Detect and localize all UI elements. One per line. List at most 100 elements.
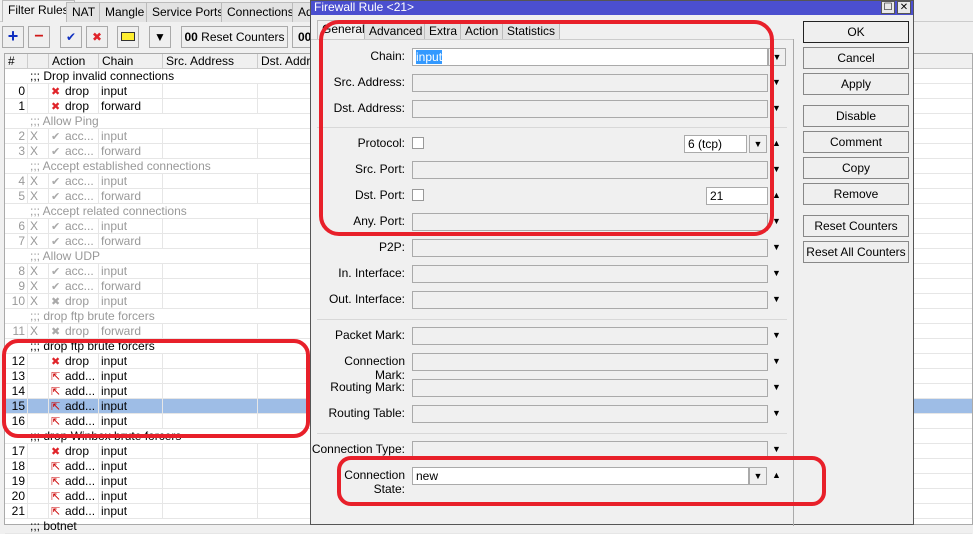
tab-mangle[interactable]: Mangle [99, 2, 151, 22]
rule-number: 17 [5, 444, 28, 459]
action-label: acc... [65, 144, 94, 158]
copy-button[interactable]: Copy [803, 157, 909, 179]
action-label: acc... [65, 264, 94, 278]
disable-button[interactable]: Disable [803, 105, 909, 127]
tab-filter-rules[interactable]: Filter Rules [2, 0, 75, 22]
chain-input[interactable]: input [412, 48, 768, 66]
src-address-input[interactable] [412, 74, 768, 92]
chevron-down-icon[interactable]: ▼ [772, 356, 781, 366]
out-interface-input[interactable] [412, 291, 768, 309]
accept-icon: ✔ [51, 281, 61, 293]
collapse-icon[interactable]: ▲ [772, 470, 781, 480]
reset-counters-button[interactable]: 00 Reset Counters [181, 26, 288, 48]
reset-all-counters-button[interactable]: Reset All Counters [803, 241, 909, 263]
rule-src-address [163, 354, 258, 369]
rule-action: ⇱ add... [49, 474, 99, 489]
in-interface-input[interactable] [412, 265, 768, 283]
rule-action: ✔ acc... [49, 264, 99, 279]
chevron-down-icon[interactable]: ▼ [772, 103, 781, 113]
chevron-down-icon[interactable]: ▼ [772, 382, 781, 392]
dialog-tab-statistics[interactable]: Statistics [502, 22, 561, 39]
protocol-negate-checkbox[interactable] [412, 137, 424, 149]
accept-icon: ✔ [51, 266, 61, 278]
connection-type-input[interactable] [412, 441, 768, 459]
rule-src-address [163, 324, 258, 339]
src-port-input[interactable] [412, 161, 768, 179]
p2p-input[interactable] [412, 239, 768, 257]
remove-button[interactable]: Remove [803, 183, 909, 205]
dialog-tab-advanced[interactable]: Advanced [364, 22, 428, 39]
comment-button[interactable] [117, 26, 139, 48]
chevron-down-icon[interactable]: ▼ [772, 268, 781, 278]
tab-connections[interactable]: Connections [221, 2, 300, 22]
rule-chain: input [99, 264, 163, 279]
rule-comment: ;;; drop Winbox brute forcers [30, 429, 182, 443]
chain-dropdown-button[interactable]: ▼ [768, 48, 786, 66]
rule-chain: input [99, 459, 163, 474]
col-action[interactable]: Action [49, 54, 99, 69]
filter-button[interactable]: ▼ [149, 26, 171, 48]
add-button[interactable]: + [2, 26, 24, 48]
col-src-address[interactable]: Src. Address [163, 54, 258, 69]
routing-mark-input[interactable] [412, 379, 768, 397]
rule-chain: input [99, 84, 163, 99]
rule-chain: forward [99, 99, 163, 114]
col-chain[interactable]: Chain [99, 54, 163, 69]
dst-port-input[interactable]: 21 [706, 187, 768, 205]
connection-state-dropdown-button[interactable]: ▼ [749, 467, 767, 485]
comment-button[interactable]: Comment [803, 131, 909, 153]
rule-action: ✔ acc... [49, 279, 99, 294]
connection-state-input[interactable]: new [412, 467, 749, 485]
chevron-down-icon[interactable]: ▼ [772, 164, 781, 174]
remove-button[interactable]: − [28, 26, 50, 48]
rule-number: 3 [5, 144, 28, 159]
dialog-tab-extra[interactable]: Extra [424, 22, 463, 39]
rule-chain: forward [99, 234, 163, 249]
chevron-down-icon[interactable]: ▼ [772, 242, 781, 252]
rule-flag [28, 369, 49, 384]
apply-button[interactable]: Apply [803, 73, 909, 95]
tab-nat[interactable]: NAT [66, 2, 102, 22]
close-icon[interactable]: ✕ [897, 1, 911, 14]
packet-mark-input[interactable] [412, 327, 768, 345]
rule-comment: ;;; Accept established connections [30, 159, 211, 173]
protocol-dropdown-button[interactable]: ▼ [749, 135, 767, 153]
collapse-icon[interactable]: ▲ [772, 190, 781, 200]
chevron-down-icon[interactable]: ▼ [772, 216, 781, 226]
routing-table-input[interactable] [412, 405, 768, 423]
chevron-down-icon[interactable]: ▼ [772, 444, 781, 454]
dialog-title-bar[interactable]: Firewall Rule <21> ☐ ✕ [311, 1, 913, 15]
enable-button[interactable]: ✔ [60, 26, 82, 48]
dst-port-negate-checkbox[interactable] [412, 189, 424, 201]
rule-flag [28, 84, 49, 99]
chevron-down-icon[interactable]: ▼ [772, 77, 781, 87]
chevron-down-icon[interactable]: ▼ [772, 408, 781, 418]
dialog-tab-general[interactable]: General [317, 20, 370, 40]
dialog-tab-action[interactable]: Action [460, 22, 504, 39]
collapse-icon[interactable]: ▲ [772, 138, 781, 148]
rule-number: 14 [5, 384, 28, 399]
chevron-down-icon[interactable]: ▼ [772, 294, 781, 304]
connection-mark-input[interactable] [412, 353, 768, 371]
col-number[interactable]: # [5, 54, 28, 69]
in-interface-label: In. Interface: [338, 266, 405, 280]
rule-src-address [163, 234, 258, 249]
rule-chain: input [99, 129, 163, 144]
reset-counters-button[interactable]: Reset Counters [803, 215, 909, 237]
rule-flag [28, 399, 49, 414]
col-flags[interactable] [28, 54, 49, 69]
ok-button[interactable]: OK [803, 21, 909, 43]
connection-type-label: Connection Type: [311, 442, 405, 456]
rule-number: 1 [5, 99, 28, 114]
protocol-input[interactable]: 6 (tcp) [684, 135, 747, 153]
tab-service-ports[interactable]: Service Ports [146, 2, 230, 22]
rule-number: 6 [5, 219, 28, 234]
maximize-icon[interactable]: ☐ [881, 1, 895, 14]
dst-address-input[interactable] [412, 100, 768, 118]
chevron-down-icon[interactable]: ▼ [772, 330, 781, 340]
add-to-list-icon: ⇱ [51, 476, 61, 488]
disable-button[interactable]: ✖ [86, 26, 108, 48]
rule-number: 15 [5, 399, 28, 414]
cancel-button[interactable]: Cancel [803, 47, 909, 69]
any-port-input[interactable] [412, 213, 768, 231]
